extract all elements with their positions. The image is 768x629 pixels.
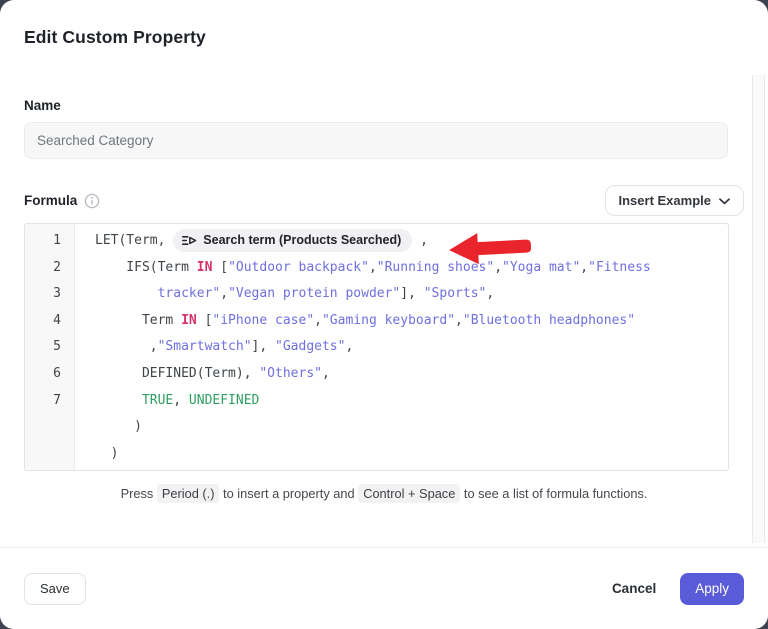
edit-custom-property-dialog: Edit Custom Property Name Formula Insert… xyxy=(0,0,768,629)
kbd-control-space: Control + Space xyxy=(358,484,460,503)
code-token: ) xyxy=(134,419,142,434)
code-token: ], xyxy=(400,286,423,301)
code-token: IFS(Term xyxy=(126,260,196,275)
line-number: 6 xyxy=(25,361,74,388)
line-number: 2 xyxy=(25,255,74,282)
code-token: "Bluetooth headphones" xyxy=(463,313,635,328)
code-token: "Sports" xyxy=(424,286,487,301)
name-input[interactable] xyxy=(24,122,728,159)
code-token: , xyxy=(494,260,502,275)
code-token: "Others" xyxy=(259,366,322,381)
code-token: , xyxy=(345,339,353,354)
property-chip-label: Search term (Products Searched) xyxy=(203,227,401,254)
code-token: "Yoga mat" xyxy=(502,260,580,275)
code-token: LET(Term, xyxy=(95,233,173,248)
line-number: 7 xyxy=(25,388,74,415)
hint-text: to see a list of formula functions. xyxy=(460,486,647,501)
code-token: "Fitness xyxy=(588,260,651,275)
name-label: Name xyxy=(24,98,744,113)
editor-hint: Press Period (.) to insert a property an… xyxy=(24,486,744,501)
code-line: LET(Term, Search term (Products Searched… xyxy=(95,228,728,255)
code-token: , xyxy=(150,339,158,354)
code-token: "Smartwatch" xyxy=(158,339,252,354)
code-token: IN xyxy=(197,260,213,275)
code-line: Term IN ["iPhone case","Gaming keyboard"… xyxy=(95,308,728,335)
code-line: IFS(Term IN ["Outdoor backpack","Running… xyxy=(95,255,728,282)
code-token: IN xyxy=(181,313,197,328)
code-line: TRUE, UNDEFINED xyxy=(95,388,728,415)
insert-example-label: Insert Example xyxy=(619,193,712,208)
code-token: , xyxy=(580,260,588,275)
code-token: Term xyxy=(142,313,181,328)
code-token: , xyxy=(369,260,377,275)
code-token: [ xyxy=(197,313,213,328)
code-token: "Gaming keyboard" xyxy=(322,313,455,328)
code-token: ], xyxy=(252,339,275,354)
code-line: ,"Smartwatch"], "Gadgets", xyxy=(95,334,728,361)
code-token: "iPhone case" xyxy=(212,313,314,328)
code-token: DEFINED(Term), xyxy=(142,366,259,381)
info-icon[interactable] xyxy=(84,193,100,209)
apply-button[interactable]: Apply xyxy=(680,573,744,605)
code-line: DEFINED(Term), "Others", xyxy=(95,361,728,388)
dialog-title: Edit Custom Property xyxy=(24,27,744,48)
code-token: , xyxy=(412,233,428,248)
code-token: UNDEFINED xyxy=(189,393,259,408)
code-area: LET(Term, Search term (Products Searched… xyxy=(75,224,728,470)
code-token: , xyxy=(455,313,463,328)
code-line: tracker","Vegan protein powder"], "Sport… xyxy=(95,281,728,308)
code-token: , xyxy=(314,313,322,328)
property-chip[interactable]: Search term (Products Searched) xyxy=(173,229,412,252)
code-token: "Outdoor backpack" xyxy=(228,260,369,275)
code-token: , xyxy=(173,393,189,408)
event-property-icon xyxy=(182,234,197,247)
formula-editor[interactable]: 1234567 LET(Term, Search term (Products … xyxy=(24,223,729,471)
code-token: [ xyxy=(212,260,228,275)
line-number: 1 xyxy=(25,228,74,255)
code-token: "Running shoes" xyxy=(377,260,494,275)
insert-example-button[interactable]: Insert Example xyxy=(605,185,745,216)
line-number: 3 xyxy=(25,281,74,308)
line-number: 4 xyxy=(25,308,74,335)
code-token: ) xyxy=(111,446,119,461)
cancel-button[interactable]: Cancel xyxy=(612,581,656,596)
line-number: 5 xyxy=(25,334,74,361)
code-token: "Gadgets" xyxy=(275,339,345,354)
dialog-footer: Save Cancel Apply xyxy=(0,547,768,629)
hint-text: to insert a property and xyxy=(219,486,358,501)
code-line: ) xyxy=(95,441,728,468)
formula-label: Formula xyxy=(24,193,77,208)
code-line: ) xyxy=(95,414,728,441)
line-number-gutter: 1234567 xyxy=(25,224,75,470)
save-button[interactable]: Save xyxy=(24,573,86,605)
code-token: tracker" xyxy=(158,286,221,301)
code-token: "Vegan protein powder" xyxy=(228,286,400,301)
code-token: , xyxy=(220,286,228,301)
code-token: , xyxy=(322,366,330,381)
code-token: TRUE xyxy=(142,393,173,408)
kbd-period: Period (.) xyxy=(157,484,220,503)
scrollbar[interactable] xyxy=(752,75,765,543)
hint-text: Press xyxy=(121,486,157,501)
chevron-down-icon xyxy=(719,193,730,208)
code-token: , xyxy=(486,286,494,301)
